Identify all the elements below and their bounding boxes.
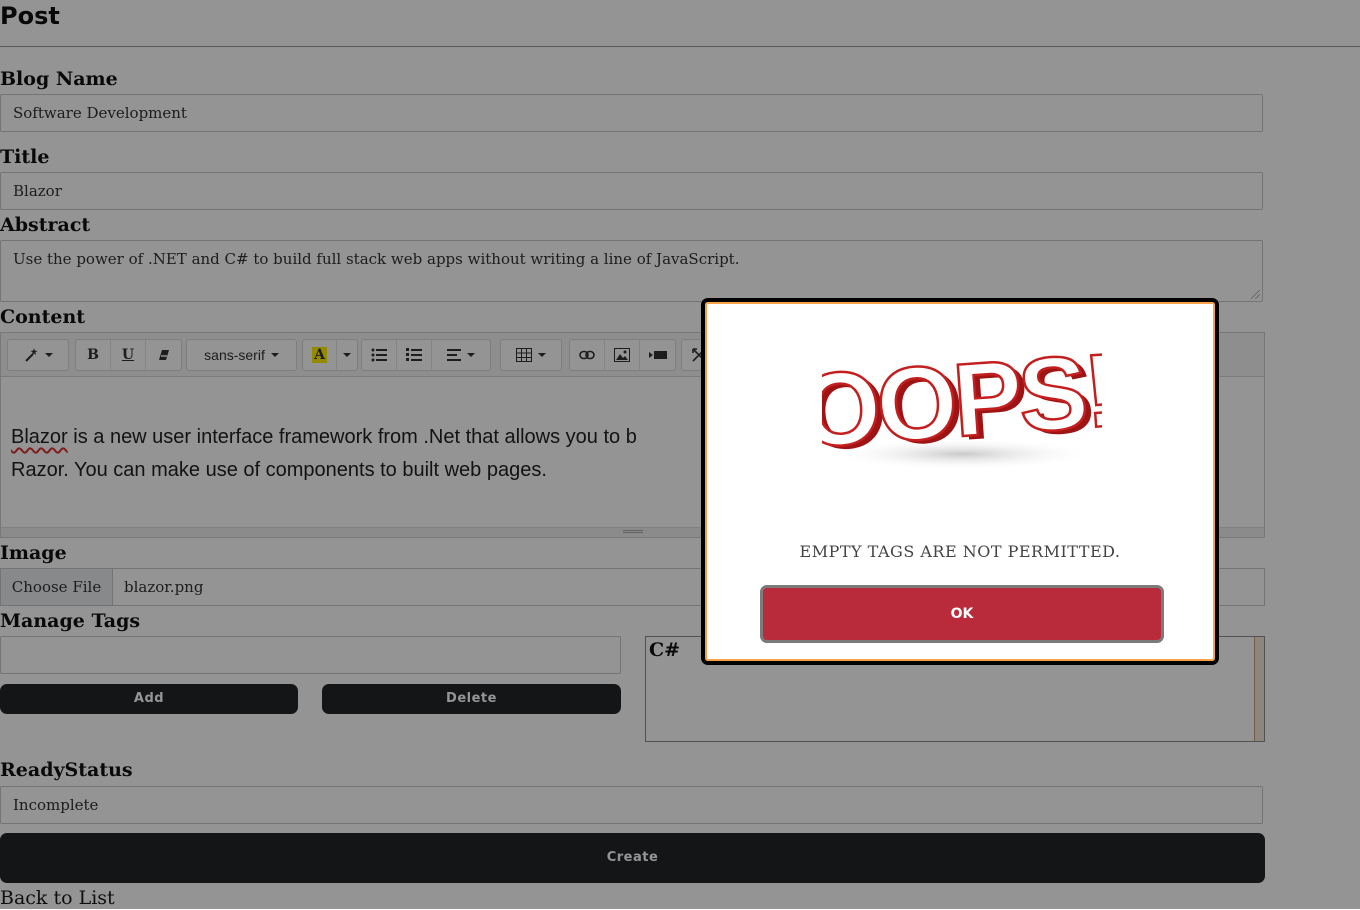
error-modal: OOPS! OOPS! EMPTY TAGS ARE NOT PERMITTED…	[701, 298, 1219, 665]
svg-text:OOPS!: OOPS!	[822, 342, 1102, 470]
oops-graphic: OOPS! OOPS!	[822, 342, 1102, 474]
ok-button[interactable]: OK	[760, 585, 1164, 643]
modal-message: EMPTY TAGS ARE NOT PERMITTED.	[799, 542, 1121, 561]
